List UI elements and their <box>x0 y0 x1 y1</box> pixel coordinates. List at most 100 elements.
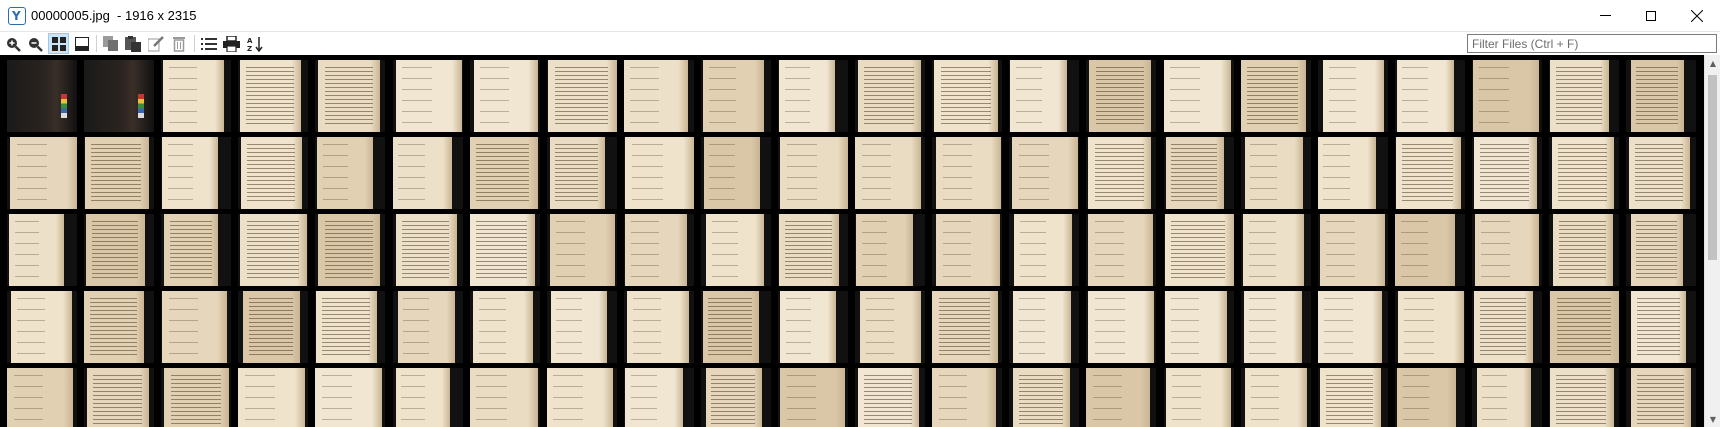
thumbnail-item[interactable] <box>1240 60 1311 132</box>
thumbnail-item[interactable] <box>932 214 1003 286</box>
zoom-out-button[interactable] <box>24 33 45 54</box>
rename-button[interactable] <box>145 33 166 54</box>
close-button[interactable] <box>1674 0 1720 31</box>
thumbnail-item[interactable] <box>778 291 848 363</box>
thumbnail-item[interactable] <box>1471 137 1542 209</box>
thumbnail-item[interactable] <box>1009 214 1080 286</box>
thumbnail-item[interactable] <box>1394 214 1465 286</box>
filter-files-input[interactable] <box>1467 34 1717 53</box>
thumbnail-item[interactable] <box>700 368 771 427</box>
thumbnail-item[interactable] <box>855 214 926 286</box>
thumbnail-item[interactable] <box>1549 137 1619 209</box>
thumbnail-item[interactable] <box>1086 137 1157 209</box>
thumbnail-item[interactable] <box>932 368 1003 427</box>
thumbnail-item[interactable] <box>1086 60 1157 132</box>
thumbnail-item[interactable] <box>623 368 694 427</box>
thumbnail-item[interactable] <box>1626 60 1697 132</box>
thumbnail-item[interactable] <box>778 214 848 286</box>
thumbnail-item[interactable] <box>855 137 926 209</box>
sort-button[interactable]: AZ <box>244 33 265 54</box>
thumbnail-item[interactable] <box>546 60 617 132</box>
print-button[interactable] <box>221 33 242 54</box>
thumbnail-item[interactable] <box>238 214 309 286</box>
thumbnail-item[interactable] <box>1549 60 1619 132</box>
thumbnail-item[interactable] <box>469 214 540 286</box>
thumbnail-item[interactable] <box>1009 60 1080 132</box>
thumbnail-item[interactable] <box>7 214 77 286</box>
thumbnail-item[interactable] <box>1086 291 1157 363</box>
thumbnail-item[interactable] <box>700 60 771 132</box>
thumbnail-item[interactable] <box>84 214 155 286</box>
thumbnail-item[interactable] <box>1317 368 1388 427</box>
thumbnail-item[interactable] <box>855 60 926 132</box>
thumbnail-item[interactable] <box>700 214 771 286</box>
thumbnail-item[interactable] <box>1009 291 1080 363</box>
zoom-in-button[interactable] <box>2 33 23 54</box>
thumbnail-item[interactable] <box>855 291 926 363</box>
thumbnail-item[interactable] <box>1394 60 1465 132</box>
thumbnail-item[interactable] <box>392 137 463 209</box>
thumbnail-item[interactable] <box>1086 214 1157 286</box>
scrollbar-thumb[interactable] <box>1708 75 1717 260</box>
thumbnail-item[interactable] <box>469 368 540 427</box>
thumbnail-grid-button[interactable] <box>48 33 69 54</box>
thumbnail-item[interactable] <box>161 137 232 209</box>
thumbnail-item[interactable] <box>855 368 926 427</box>
thumbnail-item[interactable] <box>469 137 540 209</box>
thumbnail-item[interactable] <box>700 137 771 209</box>
thumbnail-item[interactable] <box>7 368 77 427</box>
thumbnail-item[interactable] <box>1317 60 1388 132</box>
thumbnail-item[interactable] <box>1626 291 1697 363</box>
thumbnail-item[interactable] <box>778 137 848 209</box>
thumbnail-item[interactable] <box>238 137 309 209</box>
thumbnail-item[interactable] <box>161 291 232 363</box>
thumbnail-item[interactable] <box>1394 291 1465 363</box>
thumbnail-item[interactable] <box>1240 368 1311 427</box>
thumbnail-item[interactable] <box>623 214 694 286</box>
minimize-button[interactable] <box>1582 0 1628 31</box>
thumbnail-item[interactable] <box>778 368 848 427</box>
thumbnail-item[interactable] <box>1317 214 1388 286</box>
thumbnail-item[interactable] <box>1471 214 1542 286</box>
thumbnail-item[interactable] <box>315 291 386 363</box>
scroll-up-icon[interactable]: ▲ <box>1705 55 1720 71</box>
thumbnail-item[interactable] <box>1471 291 1542 363</box>
thumbnail-item[interactable] <box>238 60 309 132</box>
thumbnail-item[interactable] <box>238 368 309 427</box>
thumbnail-item[interactable] <box>84 137 155 209</box>
thumbnail-item[interactable] <box>1626 214 1697 286</box>
thumbnail-item[interactable] <box>1549 291 1619 363</box>
thumbnail-item[interactable] <box>469 291 540 363</box>
thumbnail-item[interactable] <box>623 60 694 132</box>
thumbnail-item[interactable] <box>1163 214 1234 286</box>
thumbnail-item[interactable] <box>7 291 77 363</box>
thumbnail-item[interactable] <box>932 137 1003 209</box>
thumbnail-item[interactable] <box>623 291 694 363</box>
vertical-scrollbar[interactable]: ▲ ▼ <box>1704 55 1720 427</box>
thumbnail-item[interactable] <box>932 291 1003 363</box>
copy-button[interactable] <box>100 33 121 54</box>
thumbnail-item[interactable] <box>1163 368 1234 427</box>
thumbnail-item[interactable] <box>1009 137 1080 209</box>
thumbnail-item[interactable] <box>469 60 540 132</box>
thumbnail-item[interactable] <box>546 214 617 286</box>
thumbnail-item[interactable] <box>1317 291 1388 363</box>
thumbnail-item[interactable] <box>778 60 848 132</box>
thumbnail-item[interactable] <box>1240 291 1311 363</box>
thumbnail-item[interactable] <box>1394 137 1465 209</box>
thumbnail-item[interactable] <box>392 214 463 286</box>
thumbnail-item[interactable] <box>1317 137 1388 209</box>
thumbnail-item[interactable] <box>392 291 463 363</box>
thumbnail-item[interactable] <box>700 291 771 363</box>
thumbnail-item[interactable] <box>1240 137 1311 209</box>
thumbnail-item[interactable] <box>1471 368 1542 427</box>
thumbnail-item[interactable] <box>84 60 155 132</box>
thumbnail-item[interactable] <box>1549 214 1619 286</box>
delete-button[interactable] <box>168 33 189 54</box>
thumbnail-item[interactable] <box>1163 291 1234 363</box>
thumbnail-item[interactable] <box>238 291 309 363</box>
thumbnail-item[interactable] <box>84 291 155 363</box>
thumbnail-item[interactable] <box>1163 137 1234 209</box>
scroll-down-icon[interactable]: ▼ <box>1705 411 1720 427</box>
thumbnail-item[interactable] <box>315 368 386 427</box>
